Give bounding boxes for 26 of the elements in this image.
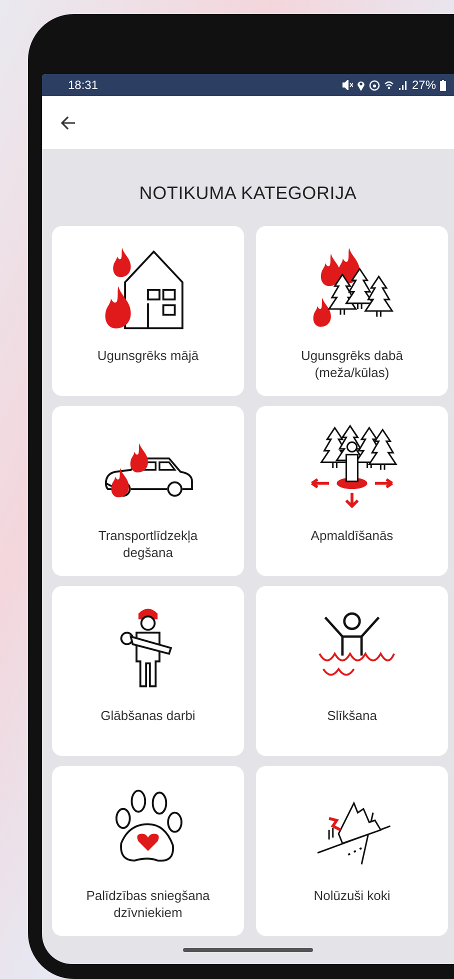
- mute-icon: [342, 80, 353, 90]
- hotspot-icon: [368, 80, 380, 90]
- category-card[interactable]: Transportlīdzekļa degšana: [52, 406, 244, 576]
- back-arrow-icon[interactable]: [60, 116, 76, 130]
- category-label: Apmaldīšanās: [310, 528, 394, 545]
- category-label: Glābšanas darbi: [100, 708, 196, 725]
- category-card[interactable]: Ugunsgrēks dabā (meža/kūlas): [256, 226, 448, 396]
- category-card[interactable]: Glābšanas darbi: [52, 586, 244, 756]
- category-label: Ugunsgrēks dabā (meža/kūlas): [300, 348, 404, 382]
- wifi-icon: [384, 80, 394, 90]
- signal-icon: [398, 80, 408, 90]
- battery-icon: [440, 80, 446, 90]
- category-card[interactable]: Nolūzuši koki: [256, 766, 448, 936]
- category-label: Nolūzuši koki: [314, 888, 390, 905]
- category-card[interactable]: Slīkšana: [256, 586, 448, 756]
- battery-percent: 27%: [412, 78, 436, 92]
- category-card[interactable]: Ugunsgrēks mājā: [52, 226, 244, 396]
- category-label: Slīkšana: [327, 708, 377, 725]
- location-icon: [356, 80, 365, 90]
- page-title: NOTIKUMA KATEGORIJA: [138, 183, 358, 204]
- category-label: Transportlīdzekļa degšana: [97, 528, 199, 562]
- category-card[interactable]: Apmaldīšanās: [256, 406, 448, 576]
- category-label: Ugunsgrēks mājā: [97, 348, 199, 365]
- category-label: Palīdzības sniegšana dzīvniekiem: [85, 888, 211, 922]
- status-time: 18:31: [68, 78, 98, 92]
- category-card[interactable]: Palīdzības sniegšana dzīvniekiem: [52, 766, 244, 936]
